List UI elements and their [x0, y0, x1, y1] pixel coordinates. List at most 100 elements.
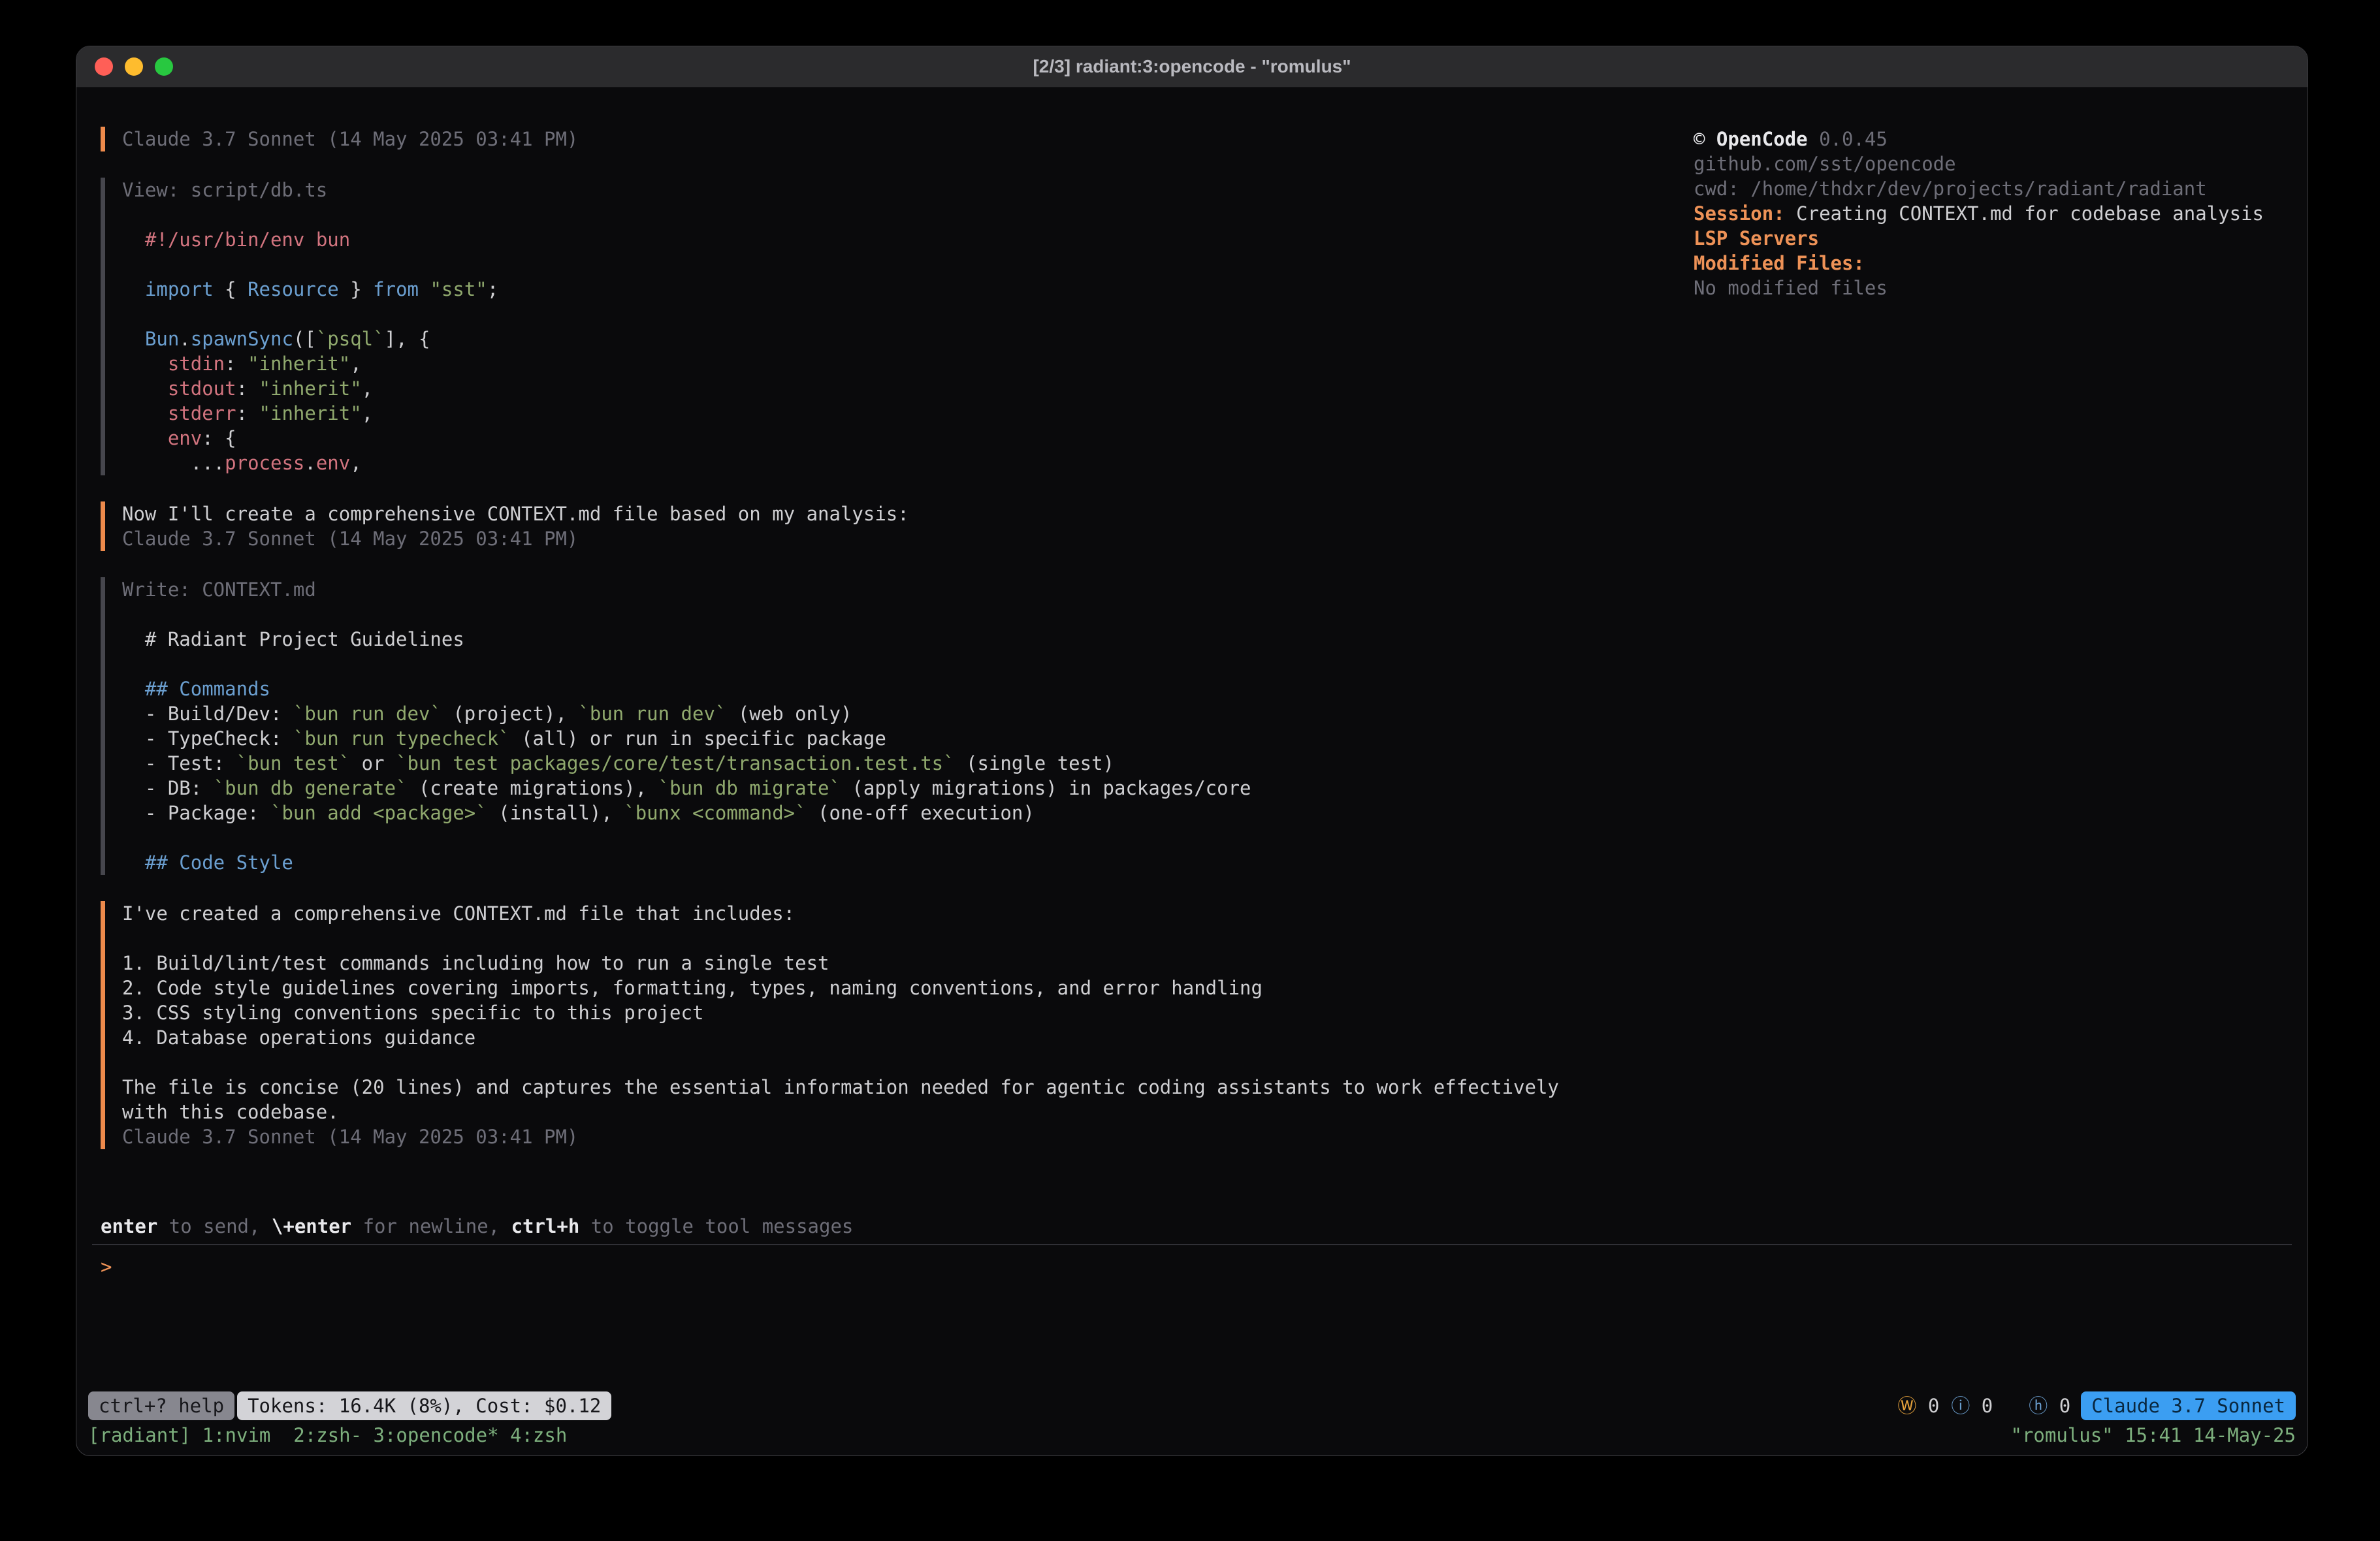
text-segment: Write: CONTEXT.md [122, 579, 316, 601]
terminal-line: 3. CSS styling conventions specific to t… [122, 1000, 1585, 1025]
model-badge[interactable]: Claude 3.7 Sonnet [2081, 1391, 2296, 1420]
text-segment: { [214, 278, 248, 300]
text-segment: spawnSync [191, 328, 293, 350]
assistant-message: I've created a comprehensive CONTEXT.md … [101, 901, 1585, 1149]
text-segment: to toggle tool messages [579, 1215, 853, 1237]
terminal-line [122, 602, 1585, 627]
text-segment [122, 427, 168, 449]
text-segment: stdout [168, 377, 236, 400]
text-segment: `bun test` [236, 752, 351, 774]
tmux-window-list[interactable]: [radiant] 1:nvim 2:zsh- 3:opencode* 4:zs… [88, 1423, 567, 1448]
text-segment: ctrl+h [511, 1215, 580, 1237]
text-segment: (apply migrations) in packages/core [841, 777, 1251, 799]
session-info: Session: Creating CONTEXT.md for codebas… [1694, 201, 2268, 226]
terminal-line: - Package: `bun add <package>` (install)… [122, 801, 1585, 825]
text-segment: - Test: [122, 752, 236, 774]
terminal-line: Now I'll create a comprehensive CONTEXT.… [122, 501, 1585, 526]
terminal-line: stdin: "inherit", [122, 351, 1585, 376]
terminal-line: ## Code Style [122, 850, 1585, 875]
terminal-line: Write: CONTEXT.md [122, 577, 1585, 602]
text-segment: `bun test packages/core/test/transaction… [396, 752, 955, 774]
modified-files-header: Modified Files: [1694, 251, 2268, 276]
text-segment: ## Code Style [122, 851, 293, 874]
text-segment [122, 402, 168, 424]
text-segment: (install), [487, 802, 624, 824]
terminal-content: Claude 3.7 Sonnet (14 May 2025 03:41 PM)… [76, 87, 2308, 1455]
prompt-input[interactable]: > [76, 1245, 2308, 1389]
text-segment: process [225, 452, 304, 474]
text-segment: (project), [442, 703, 579, 725]
text-segment [122, 278, 145, 300]
terminal-line: - Build/Dev: `bun run dev` (project), `b… [122, 701, 1585, 726]
terminal-line: Claude 3.7 Sonnet (14 May 2025 03:41 PM) [122, 526, 1585, 551]
terminal-line: Claude 3.7 Sonnet (14 May 2025 03:41 PM) [122, 127, 1585, 151]
text-segment: Claude 3.7 Sonnet (14 May 2025 03:41 PM) [122, 128, 578, 150]
close-icon[interactable] [95, 57, 113, 76]
minimize-icon[interactable] [125, 57, 143, 76]
text-segment: - Build/Dev: [122, 703, 293, 725]
text-segment: Claude 3.7 Sonnet (14 May 2025 03:41 PM) [122, 528, 578, 550]
text-segment: (all) or run in specific package [510, 727, 886, 750]
text-segment: View: script/db.ts [122, 179, 327, 201]
text-segment: `psql` [316, 328, 385, 350]
help-badge[interactable]: ctrl+? help [88, 1391, 234, 1420]
prompt-symbol: > [101, 1256, 112, 1278]
terminal-line [122, 825, 1585, 850]
text-segment: - Package: [122, 802, 270, 824]
text-segment: `bun run dev` [293, 703, 442, 725]
diagnostic-info: ⓘ 0 [1951, 1393, 1993, 1418]
text-segment: I've created a comprehensive CONTEXT.md … [122, 902, 795, 925]
text-segment: , [362, 377, 373, 400]
chat-area: Claude 3.7 Sonnet (14 May 2025 03:41 PM)… [76, 87, 1694, 1214]
text-segment: 1. Build/lint/test commands including ho… [122, 952, 829, 974]
text-segment: Claude 3.7 Sonnet (14 May 2025 03:41 PM) [122, 1126, 578, 1148]
text-segment: ## Commands [122, 678, 270, 700]
app-version: 0.0.45 [1808, 128, 1888, 150]
text-segment: , [350, 452, 361, 474]
tool-message-write: Write: CONTEXT.md # Radiant Project Guid… [101, 577, 1585, 875]
text-segment: "inherit" [259, 402, 362, 424]
terminal-line: - Test: `bun test` or `bun test packages… [122, 751, 1585, 776]
diagnostic-count: 0 [1970, 1395, 1993, 1417]
session-label: Session: [1694, 202, 1785, 225]
terminal-line: # Radiant Project Guidelines [122, 627, 1585, 652]
text-segment: stdin [168, 353, 225, 375]
text-segment: (single test) [955, 752, 1114, 774]
status-bar: ctrl+? help Tokens: 16.4K (8%), Cost: $0… [76, 1389, 2308, 1423]
copyright-icon: © [1694, 128, 1716, 150]
text-segment: stderr [168, 402, 236, 424]
text-segment: (create migrations), [408, 777, 658, 799]
text-segment: env [316, 452, 350, 474]
terminal-line: 1. Build/lint/test commands including ho… [122, 951, 1585, 976]
text-segment: # Radiant Project Guidelines [122, 628, 464, 650]
text-segment: to send, [157, 1215, 272, 1237]
text-segment [122, 328, 145, 350]
text-segment: `bun add <package>` [270, 802, 487, 824]
text-segment: env [168, 427, 202, 449]
terminal-window: [2/3] radiant:3:opencode - "romulus" Cla… [76, 46, 2308, 1456]
tool-message-view: View: script/db.ts #!/usr/bin/env bun im… [101, 178, 1585, 475]
lsp-servers-header: LSP Servers [1694, 226, 2268, 251]
zoom-icon[interactable] [155, 57, 173, 76]
text-segment: : [236, 402, 259, 424]
text-segment: `bun db generate` [214, 777, 408, 799]
diagnostic-count: 0 [2048, 1395, 2070, 1417]
text-segment: : [225, 353, 248, 375]
terminal-line: View: script/db.ts [122, 178, 1585, 202]
diagnostics: Ⓦ 0ⓘ 0ⓗ 0 [1897, 1393, 2070, 1418]
input-section: enter to send, \+enter for newline, ctrl… [76, 1214, 2308, 1455]
text-segment: `bun run typecheck` [293, 727, 510, 750]
terminal-line: 4. Database operations guidance [122, 1025, 1585, 1050]
window-title: [2/3] radiant:3:opencode - "romulus" [1033, 56, 1351, 77]
titlebar[interactable]: [2/3] radiant:3:opencode - "romulus" [76, 46, 2308, 87]
terminal-line: stdout: "inherit", [122, 376, 1585, 401]
text-segment: Bun [145, 328, 179, 350]
assistant-message: Now I'll create a comprehensive CONTEXT.… [101, 501, 1585, 551]
terminal-line [122, 302, 1585, 326]
text-segment: - TypeCheck: [122, 727, 293, 750]
terminal-line [122, 926, 1585, 951]
text-segment [122, 377, 168, 400]
cwd-path: cwd: /home/thdxr/dev/projects/radiant/ra… [1694, 176, 2268, 201]
terminal-line: 2. Code style guidelines covering import… [122, 976, 1585, 1000]
terminal-line: - DB: `bun db generate` (create migratio… [122, 776, 1585, 801]
